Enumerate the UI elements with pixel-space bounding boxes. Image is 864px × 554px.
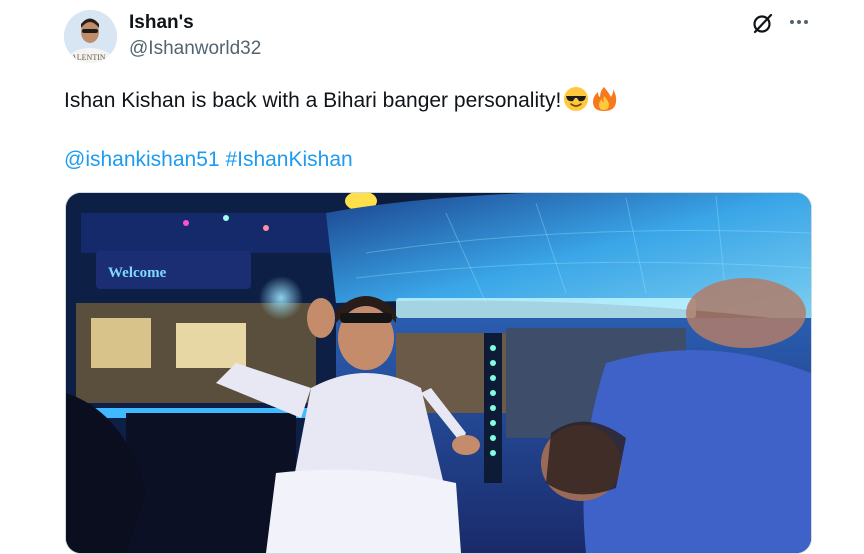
avatar-logo-text: ALENTIN xyxy=(71,53,106,62)
tweet-text: Ishan Kishan is back with a Bihari bange… xyxy=(64,86,617,119)
tweet-links: @ishankishan51 #IshanKishan xyxy=(64,147,353,173)
more-icon[interactable] xyxy=(788,12,810,34)
mention-link[interactable]: @ishankishan51 xyxy=(64,148,220,171)
fire-emoji-icon xyxy=(591,86,617,119)
grok-icon[interactable] xyxy=(752,12,774,34)
media-video[interactable]: Welcome xyxy=(65,192,812,554)
avatar-image: ALENTIN xyxy=(64,10,117,63)
author-display-name[interactable]: Ishan's xyxy=(129,12,194,34)
tweet-text-content: Ishan Kishan is back with a Bihari bange… xyxy=(64,89,562,112)
author-handle[interactable]: @Ishanworld32 xyxy=(129,38,261,60)
sunglasses-emoji-icon xyxy=(563,86,589,119)
welcome-sign-text: Welcome xyxy=(108,265,167,281)
hashtag-link[interactable]: #IshanKishan xyxy=(225,148,352,171)
avatar[interactable]: ALENTIN xyxy=(64,10,117,63)
